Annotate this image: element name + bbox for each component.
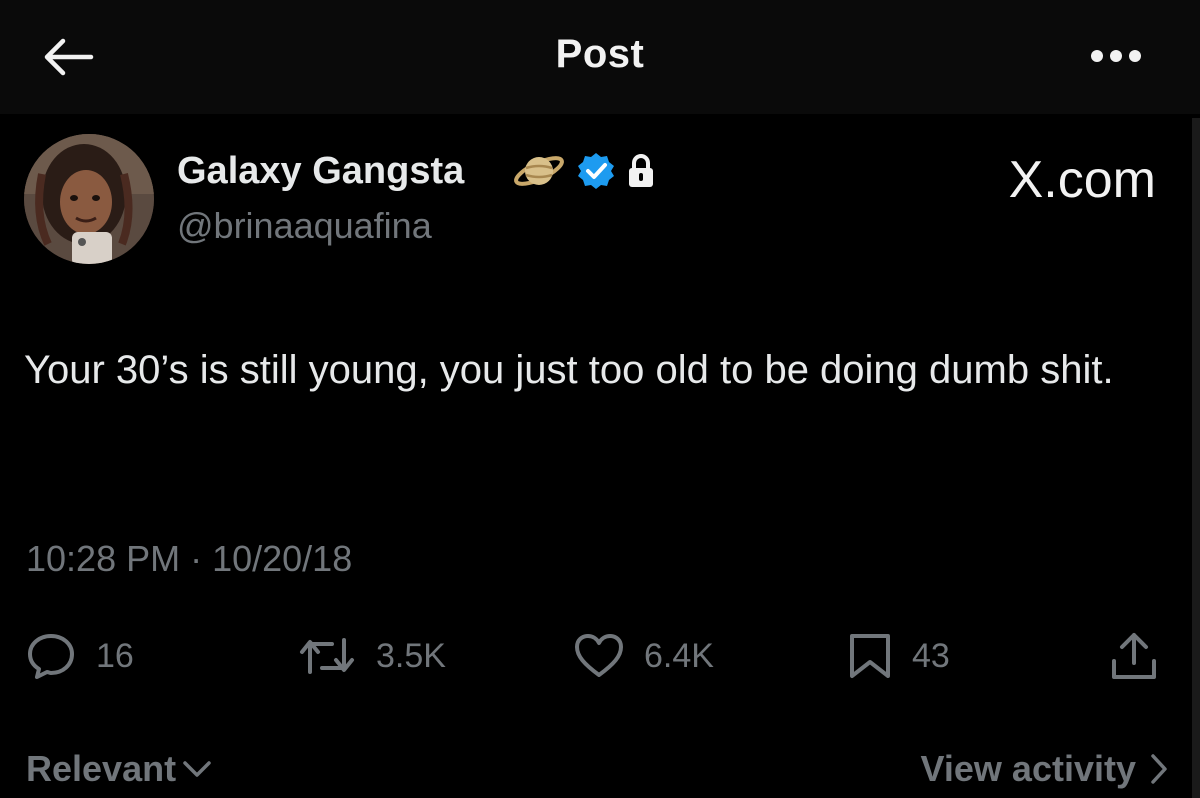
share-button[interactable] xyxy=(1110,626,1158,686)
bookmark-icon xyxy=(850,634,890,678)
author-badges xyxy=(512,146,656,196)
top-bar: Post xyxy=(0,0,1200,114)
reply-count: 16 xyxy=(96,636,134,675)
repost-button[interactable]: 3.5K xyxy=(298,626,446,686)
post-text: Your 30’s is still young, you just too o… xyxy=(24,348,1114,392)
avatar-photo xyxy=(24,134,154,264)
view-activity-link[interactable]: View activity xyxy=(921,748,1168,790)
post-timestamp[interactable]: 10:28 PM · 10/20/18 xyxy=(26,538,352,580)
heart-icon xyxy=(575,634,623,677)
avatar[interactable] xyxy=(24,134,154,264)
sort-label: Relevant xyxy=(26,748,177,789)
author-name[interactable]: Galaxy Gangsta xyxy=(177,150,464,193)
saturn-emoji-icon xyxy=(514,156,564,186)
chevron-right-icon xyxy=(1151,754,1167,784)
repost-count: 3.5K xyxy=(376,636,446,675)
share-icon xyxy=(1112,633,1156,679)
lock-icon xyxy=(629,154,653,187)
more-options-button[interactable] xyxy=(1088,36,1144,76)
view-activity-label: View activity xyxy=(920,748,1136,789)
sort-relevant-dropdown[interactable]: Relevant xyxy=(26,748,212,790)
x-com-watermark: X.com xyxy=(1008,151,1156,209)
like-button[interactable]: 6.4K xyxy=(574,626,714,686)
more-horizontal-icon xyxy=(1091,50,1141,62)
like-count: 6.4K xyxy=(644,636,714,675)
post-page: Post Galaxy Gangsta @brinaaquafina X.com… xyxy=(0,0,1200,798)
repost-icon xyxy=(300,638,354,674)
reply-icon xyxy=(28,634,74,679)
author-handle[interactable]: @brinaaquafina xyxy=(177,205,432,247)
chevron-down-icon xyxy=(183,761,211,777)
scrollbar[interactable] xyxy=(1192,118,1200,798)
verified-badge-icon xyxy=(578,153,614,189)
reply-button[interactable]: 16 xyxy=(26,626,134,686)
bookmark-count: 43 xyxy=(912,636,950,675)
bookmark-button[interactable]: 43 xyxy=(848,626,950,686)
page-title: Post xyxy=(555,32,645,76)
